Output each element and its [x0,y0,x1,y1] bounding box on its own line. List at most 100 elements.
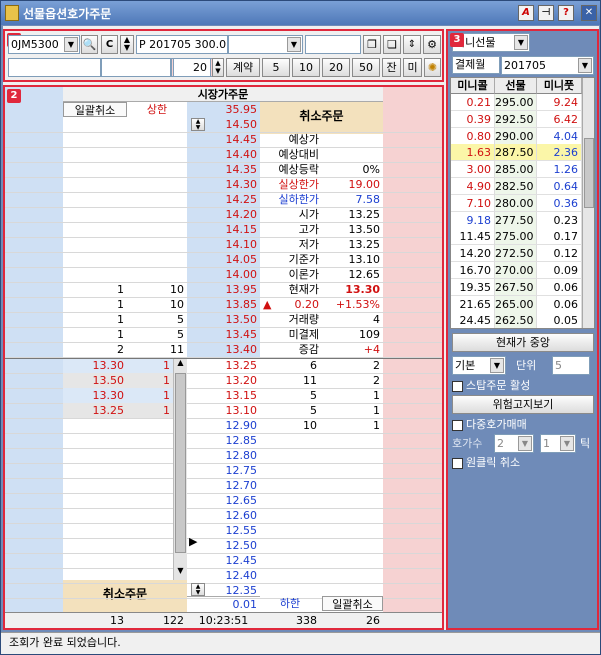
qty-preset-10[interactable]: 10 [292,58,320,77]
ask-qty[interactable] [63,177,127,192]
futures-cell[interactable]: 275.00 [495,228,537,246]
qty-preset-20[interactable]: 20 [322,58,350,77]
futures-cell[interactable]: 11.45 [451,228,495,246]
symbol-input[interactable]: P 201705 300.0 [136,35,228,54]
futures-cell[interactable]: 9.24 [537,94,582,111]
pending-scrollbar[interactable]: ▲ ▼ [173,358,187,580]
scroll-thumb[interactable] [175,373,186,553]
bid-count[interactable] [320,508,383,523]
bid-count[interactable] [320,493,383,508]
qty-input[interactable]: 20 [173,58,211,77]
ask-qty[interactable] [63,222,127,237]
ask-count[interactable] [127,132,187,147]
futures-cell[interactable]: 287.50 [495,144,537,162]
unit-input[interactable]: 5 [552,356,590,375]
futures-cell[interactable]: 19.35 [451,278,495,296]
ask-count[interactable]: 11 [127,342,187,357]
settings-icon[interactable]: ⚙ [423,35,441,54]
futures-cell[interactable]: 7.10 [451,194,495,212]
paste-icon[interactable]: ❏ [383,35,401,54]
chevron-down-icon[interactable]: ▼ [287,37,301,52]
bid-count[interactable] [320,523,383,538]
symbol-select[interactable]: ▼ [228,35,303,54]
pending-order-price[interactable]: 13.30 [63,358,127,373]
futures-cell[interactable]: 0.09 [537,262,582,279]
ask-count[interactable] [127,267,187,282]
bid-qty[interactable]: 11 [260,373,320,388]
bid-count[interactable] [320,478,383,493]
bid-count[interactable] [320,553,383,568]
bid-count[interactable] [320,538,383,553]
bid-qty[interactable]: 5 [260,403,320,418]
futures-cell[interactable]: 272.50 [495,245,537,263]
futures-cell[interactable]: 0.06 [537,295,582,313]
futures-cell[interactable]: 280.00 [495,194,537,212]
chevron-down-icon[interactable]: ▼ [560,436,574,451]
copy-icon[interactable]: ❐ [363,35,381,54]
one-click-cancel-checkbox[interactable]: 원클릭 취소 [452,455,594,470]
futures-cell[interactable]: 16.70 [451,262,495,279]
checkbox-icon[interactable] [452,457,463,469]
ask-price[interactable]: 14.40 [187,147,260,162]
font-a-icon[interactable]: A [518,5,534,21]
ask-count[interactable]: 5 [127,327,187,342]
bid-qty[interactable] [260,493,320,508]
checkbox-icon[interactable] [452,419,463,431]
pin-icon[interactable]: ⊣ [538,5,554,21]
bid-price[interactable]: 12.70 [187,478,260,493]
qty-preset-50[interactable]: 50 [352,58,380,77]
scroll-thumb[interactable] [584,138,594,208]
jan-button[interactable]: 잔 [382,58,401,77]
bid-count[interactable]: 1 [320,418,383,433]
pending-order-price[interactable]: 13.30 [63,388,127,403]
ask-count[interactable]: 10 [127,282,187,297]
ask-count[interactable] [127,192,187,207]
ask-price[interactable]: 14.15 [187,222,260,237]
bid-count[interactable]: 2 [320,373,383,388]
bid-price[interactable]: 12.60 [187,508,260,523]
bid-qty[interactable] [260,448,320,463]
scroll-down-icon[interactable]: ▼ [174,566,187,579]
bid-price[interactable]: 13.25 [187,358,260,373]
qty-spinner-icon[interactable]: ▲ ▼ [212,58,224,77]
bid-qty[interactable] [260,523,320,538]
futures-cell[interactable]: 21.65 [451,295,495,313]
futures-cell[interactable]: 290.00 [495,127,537,145]
ask-price[interactable]: 13.50 [187,312,260,327]
ask-qty[interactable] [63,252,127,267]
ask-price[interactable]: 14.05 [187,252,260,267]
price-spinner-icon[interactable]: ▲ ▼ [191,118,205,131]
ask-qty[interactable]: 1 [63,297,127,312]
qty-preset-5[interactable]: 5 [262,58,290,77]
stop-order-checkbox[interactable]: 스탑주문 활성 [452,378,594,393]
ask-qty[interactable]: 1 [63,312,127,327]
pending-order-price[interactable]: 13.50 [63,373,127,388]
ask-qty[interactable] [63,132,127,147]
futures-cell[interactable]: 0.12 [537,245,582,263]
ask-count[interactable] [127,162,187,177]
futures-cell[interactable]: 0.39 [451,110,495,128]
futures-cell[interactable]: 1.26 [537,161,582,179]
futures-cell[interactable]: 24.45 [451,312,495,328]
ask-count[interactable]: 10 [127,297,187,312]
futures-cell[interactable]: 292.50 [495,110,537,128]
futures-cell[interactable]: 277.50 [495,211,537,229]
futures-cell[interactable]: 14.20 [451,245,495,263]
bid-qty[interactable] [260,463,320,478]
order-field-b[interactable] [101,58,171,77]
cancel-all-top-button[interactable]: 일괄취소 [63,102,127,117]
ask-price[interactable]: 14.25 [187,192,260,207]
ask-price[interactable]: 14.20 [187,207,260,222]
updown-arrow-icon[interactable]: ⇕ [403,35,421,54]
ask-price[interactable]: 14.45 [187,132,260,147]
bid-price[interactable]: 13.15 [187,388,260,403]
bid-price[interactable]: 12.50 [187,538,260,553]
bid-price[interactable]: 12.75 [187,463,260,478]
ask-qty[interactable] [63,162,127,177]
ask-price[interactable]: 14.30 [187,177,260,192]
futures-cell[interactable]: 282.50 [495,178,537,195]
bid-price[interactable]: 12.90 [187,418,260,433]
futures-cell[interactable]: 4.90 [451,178,495,195]
bid-count[interactable] [320,433,383,448]
ask-price[interactable]: 14.00 [187,267,260,282]
